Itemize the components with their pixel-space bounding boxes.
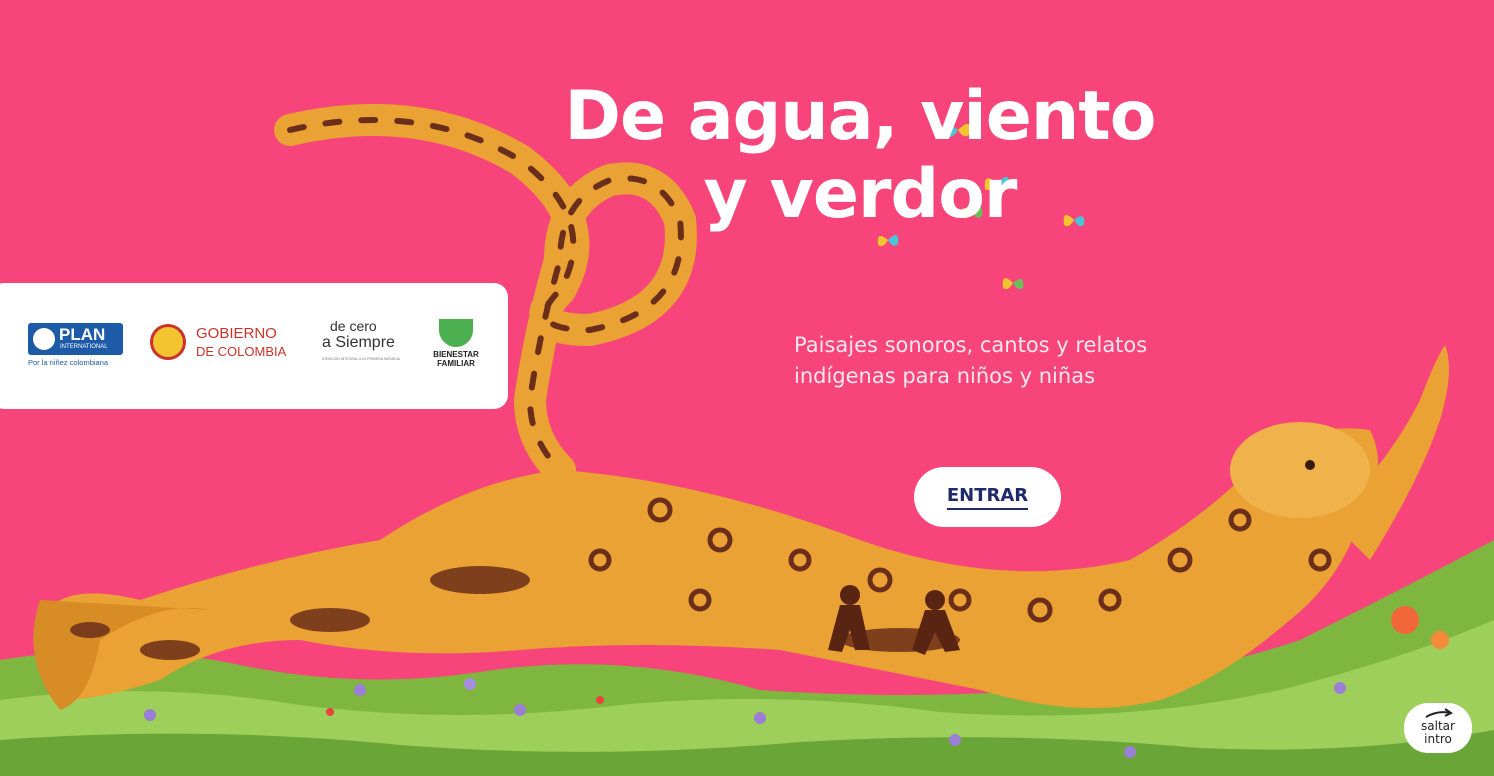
hero-subtitle: Paisajes sonoros, cantos y relatos indíg… [794, 330, 1214, 392]
decero-logo-line2: a Siempre [322, 334, 395, 351]
hero-title: De agua, viento y verdor [560, 78, 1160, 234]
enter-button[interactable]: ENTRAR [914, 467, 1061, 527]
plan-logo-name: PLAN [59, 325, 106, 344]
plan-international-logo[interactable]: PLAN INTERNATIONAL Por la niñez colombia… [28, 323, 123, 371]
butterfly-icon [1002, 278, 1024, 290]
gobierno-colombia-logo[interactable]: GOBIERNO DE COLOMBIA [150, 323, 300, 365]
bienestar-family-icon [439, 319, 473, 347]
colombia-shield-icon [150, 324, 186, 360]
hero-title-line1: De agua, viento [564, 77, 1157, 156]
bienestar-logo-line1: BIENESTAR [433, 350, 479, 359]
plan-logo-sub: INTERNATIONAL [60, 344, 108, 350]
hero-title-line2: y verdor [703, 155, 1018, 234]
skip-label-line2: intro [1424, 732, 1452, 746]
hero-subtitle-line2: indígenas para niños y niñas [794, 364, 1096, 388]
bienestar-logo-line2: FAMILIAR [437, 359, 475, 368]
bienestar-familiar-logo[interactable]: BIENESTAR FAMILIAR [430, 319, 482, 377]
decero-logo-tagline: ATENCIÓN INTEGRAL A LA PRIMERA INFANCIA [322, 357, 400, 361]
butterfly-icon [877, 234, 899, 247]
enter-button-label: ENTRAR [946, 485, 1029, 510]
partner-logos-card: PLAN INTERNATIONAL Por la niñez colombia… [0, 283, 508, 409]
hero-subtitle-line1: Paisajes sonoros, cantos y relatos [794, 333, 1148, 357]
plan-logo-tagline: Por la niñez colombiana [28, 358, 109, 367]
gobierno-logo-line2: DE COLOMBIA [196, 344, 287, 359]
de-cero-a-siempre-logo[interactable]: de cero a Siempre ATENCIÓN INTEGRAL A LA… [322, 319, 417, 369]
decero-logo-line1: de cero [330, 318, 377, 334]
plan-globe-icon [33, 328, 55, 350]
skip-intro-button[interactable]: saltar intro [1404, 703, 1472, 753]
gobierno-logo-line1: GOBIERNO [196, 325, 277, 342]
